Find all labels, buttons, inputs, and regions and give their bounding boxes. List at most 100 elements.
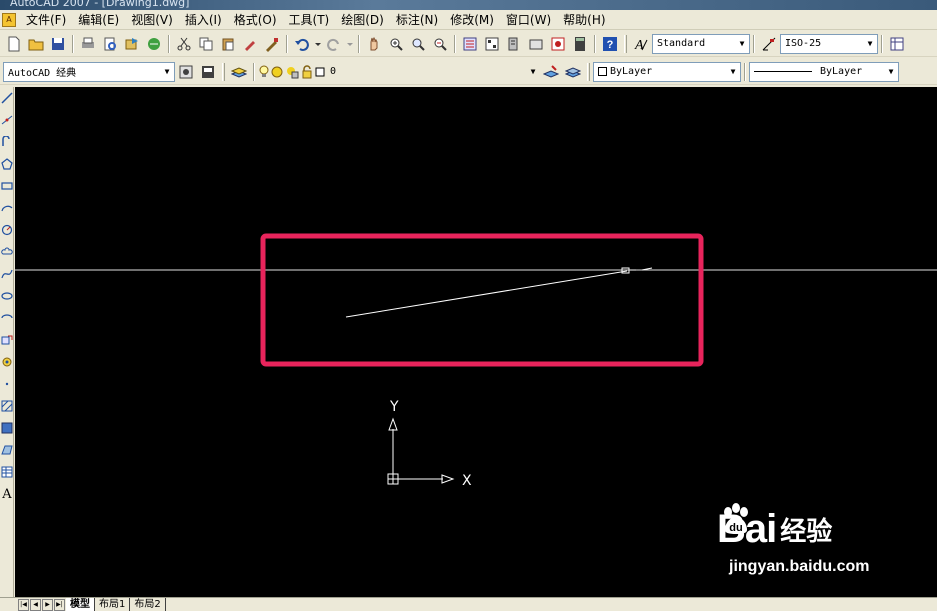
chevron-down-icon[interactable]: ▼ [526,63,540,81]
dim-style-select[interactable]: ISO-25 ▼ [780,33,878,54]
make-layer-current-icon[interactable] [541,62,561,82]
menu-draw[interactable]: 绘图(D) [335,11,390,29]
ucs-x-label: X [462,473,472,489]
tab-layout2[interactable]: 布局2 [130,598,166,611]
sun-freeze-icon[interactable] [271,62,283,82]
publish-icon[interactable] [122,34,142,54]
help-icon[interactable]: ? [600,34,620,54]
chevron-down-icon[interactable]: ▼ [735,35,749,53]
copy-icon[interactable] [196,34,216,54]
dimension-style-icon[interactable] [759,34,779,54]
dim-style-value: ISO-25 [785,38,822,49]
layers-toolbar: AutoCAD 经典 ▼ 0 ▼ ByLayer ▼ ByLayer ▼ [0,59,937,85]
drawing-canvas[interactable]: Y X Bai du 经验 jingyan.baidu.com [15,87,937,597]
new-icon[interactable] [4,34,24,54]
undo-dropdown-icon[interactable] [314,34,322,54]
chevron-down-icon[interactable]: ▼ [160,63,174,81]
point-icon[interactable] [0,373,14,395]
spline-icon[interactable] [0,263,14,285]
arc-icon[interactable] [0,197,14,219]
zoom-realtime-icon[interactable] [386,34,406,54]
workspace-settings-icon[interactable] [176,62,196,82]
circle-icon[interactable] [0,219,14,241]
menu-dimension[interactable]: 标注(N) [390,11,444,29]
etransmit-icon[interactable] [144,34,164,54]
viewport-freeze-icon[interactable] [285,62,299,82]
watermark-url: jingyan.baidu.com [729,558,870,575]
menu-view[interactable]: 视图(V) [125,11,179,29]
redo-icon[interactable] [324,34,344,54]
lightbulb-icon[interactable] [259,62,269,82]
rectangle-icon[interactable] [0,175,14,197]
tool-palettes-icon[interactable] [504,34,524,54]
menu-modify[interactable]: 修改(M) [444,11,500,29]
gradient-icon[interactable] [0,417,14,439]
print-preview-icon[interactable] [100,34,120,54]
ellipse-arc-icon[interactable] [0,307,14,329]
paste-icon[interactable] [218,34,238,54]
insert-block-icon[interactable] [0,329,14,351]
prev-tab-icon[interactable]: ◀ [30,598,41,611]
workspace-select[interactable]: AutoCAD 经典 ▼ [3,61,175,82]
line-icon[interactable] [0,87,14,109]
properties-icon[interactable] [460,34,480,54]
layer-select[interactable]: 0 ▼ [326,62,540,82]
construction-line-icon[interactable] [0,109,14,131]
save-icon[interactable] [48,34,68,54]
match-properties-icon[interactable] [240,34,260,54]
autocad-app-icon[interactable]: A [2,12,16,27]
menu-format[interactable]: 格式(O) [228,11,283,29]
block-editor-icon[interactable] [262,34,282,54]
first-tab-icon[interactable]: |◀ [18,598,29,611]
lock-icon[interactable] [301,62,313,82]
menu-edit[interactable]: 编辑(E) [72,11,125,29]
design-center-icon[interactable] [482,34,502,54]
menu-tools[interactable]: 工具(T) [283,11,336,29]
revision-cloud-icon[interactable] [0,241,14,263]
chevron-down-icon[interactable]: ▼ [863,35,877,53]
polygon-icon[interactable] [0,153,14,175]
multiline-text-icon[interactable]: A [0,483,14,505]
color-control-select[interactable]: ByLayer ▼ [593,61,741,82]
layer-manager-icon[interactable] [229,62,249,82]
draw-toolbar: A [0,87,14,599]
chevron-down-icon[interactable]: ▼ [884,63,898,81]
menu-file[interactable]: 文件(F) [20,11,72,29]
sheet-set-manager-icon[interactable] [526,34,546,54]
calculator-icon[interactable] [570,34,590,54]
menu-help[interactable]: 帮助(H) [557,11,611,29]
tab-model[interactable]: 模型 [66,598,95,611]
linetype-control-select[interactable]: ByLayer ▼ [749,61,899,82]
text-style-select[interactable]: Standard ▼ [652,33,750,54]
redo-dropdown-icon[interactable] [346,34,354,54]
cut-icon[interactable] [174,34,194,54]
ellipse-icon[interactable] [0,285,14,307]
zoom-previous-icon[interactable] [430,34,450,54]
text-style-value: Standard [657,38,706,49]
open-folder-icon[interactable] [26,34,46,54]
menu-insert[interactable]: 插入(I) [179,11,228,29]
table-style-icon[interactable] [887,34,907,54]
layer-color-swatch-icon[interactable] [315,62,325,82]
undo-icon[interactable] [292,34,312,54]
ucs-y-label: Y [389,399,399,415]
make-block-icon[interactable] [0,351,14,373]
table-icon[interactable] [0,461,14,483]
last-tab-icon[interactable]: ▶| [54,598,65,611]
region-icon[interactable] [0,439,14,461]
text-style-icon[interactable]: A [631,34,651,54]
pan-icon[interactable] [364,34,384,54]
layer-previous-icon[interactable] [563,62,583,82]
svg-text:?: ? [607,39,614,51]
print-icon[interactable] [78,34,98,54]
next-tab-icon[interactable]: ▶ [42,598,53,611]
menu-window[interactable]: 窗口(W) [500,11,557,29]
chevron-down-icon[interactable]: ▼ [726,63,740,81]
hatch-icon[interactable] [0,395,14,417]
tab-layout1[interactable]: 布局1 [95,598,131,611]
zoom-window-icon[interactable] [408,34,428,54]
markup-set-manager-icon[interactable] [548,34,568,54]
polyline-icon[interactable] [0,131,14,153]
layer-value: 0 [330,66,337,77]
workspace-save-icon[interactable] [198,62,218,82]
